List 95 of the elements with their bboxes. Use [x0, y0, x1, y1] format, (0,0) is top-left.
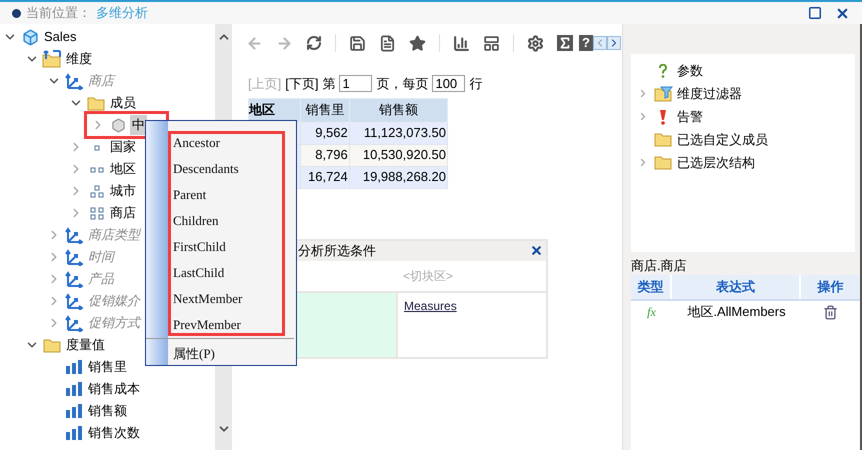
refresh-icon[interactable] [306, 35, 322, 51]
bar-chart-icon[interactable] [453, 34, 470, 52]
settings-icon[interactable] [527, 34, 544, 52]
tree-item[interactable]: 产品 [86, 269, 116, 289]
column-header: 地区 [248, 98, 300, 122]
tree-item[interactable]: 促销媒介 [86, 291, 142, 311]
tree-item[interactable]: 参数 [677, 60, 703, 80]
tree-item[interactable]: Sales [42, 27, 79, 47]
menu-item[interactable]: FirstChild [173, 239, 226, 255]
tree-item[interactable]: 已选层次结构 [677, 152, 755, 172]
exclamation-icon [659, 108, 667, 124]
tree-item[interactable]: 销售次数 [86, 423, 142, 443]
tree-item[interactable]: 中 [130, 115, 147, 135]
tree-item[interactable]: 维度 [64, 49, 94, 69]
tree-item[interactable]: 维度过滤器 [677, 84, 742, 104]
squares-icon [88, 206, 104, 220]
per-page-input[interactable]: 100 [432, 75, 466, 92]
folder-funnel-icon [654, 86, 672, 102]
tree-item[interactable]: 销售额 [86, 401, 129, 421]
tree-item[interactable]: 地区 [108, 159, 138, 179]
hexagon-icon [110, 118, 126, 132]
menu-item[interactable]: Ancestor [173, 135, 220, 151]
menu-item[interactable]: Children [173, 213, 218, 229]
help-button[interactable]: ? [579, 35, 593, 51]
bar-chart-icon [65, 360, 83, 374]
tree-item[interactable]: 时间 [86, 247, 116, 267]
folder-icon [87, 96, 105, 110]
location-label: 当前位置： [26, 4, 91, 22]
tree-item[interactable]: 度量值 [64, 335, 107, 355]
rows-label: 行 [469, 75, 482, 93]
maximize-icon[interactable] [808, 6, 822, 20]
axes-icon [65, 270, 83, 288]
menu-item[interactable]: 属性(P) [173, 344, 215, 364]
tree-item[interactable]: 成员 [108, 93, 138, 113]
folder-icon [43, 338, 61, 352]
table-cell: 19,988,268.20 [349, 166, 448, 188]
column-header: 表达式 [672, 275, 801, 299]
measures-link[interactable]: Measures [404, 298, 457, 312]
close-icon[interactable] [835, 6, 850, 20]
tree-item[interactable]: 销售成本 [86, 379, 142, 399]
expression-cell-text: 地区.AllMembers [687, 303, 786, 322]
page-input[interactable]: 1 [339, 75, 372, 92]
folder-icon [654, 132, 672, 147]
page-label: 第 [322, 75, 336, 93]
scroll-right-icon[interactable] [606, 36, 621, 50]
column-header: 销售里 [300, 98, 350, 122]
tree-item[interactable]: 城市 [108, 181, 138, 201]
table-cell: 16,724 [300, 166, 350, 188]
scroll-left-icon[interactable] [592, 36, 607, 50]
squares-icon [88, 184, 104, 198]
tree-item[interactable]: 商店类型 [86, 225, 142, 245]
tree-item[interactable]: 商店 [86, 71, 116, 91]
filter-panel-title: 分析所选条件 [298, 242, 376, 260]
column-header: 类型 [631, 275, 672, 299]
bar-chart-icon [65, 426, 83, 440]
menu-item[interactable]: NextMember [173, 291, 242, 307]
axes-icon [65, 72, 83, 90]
menu-item[interactable]: PrevMember [173, 317, 241, 333]
axes-icon [65, 292, 83, 310]
table-cell: 8,796 [300, 144, 350, 166]
cube-icon [22, 28, 38, 46]
tree-item[interactable]: 已选自定义成员 [677, 130, 768, 150]
tree-item[interactable]: 国家 [108, 137, 138, 157]
column-header: 操作 [816, 278, 844, 296]
layout-icon[interactable] [483, 34, 500, 52]
menu-item[interactable]: Parent [173, 187, 206, 203]
save-icon[interactable] [349, 34, 366, 52]
table-cell: 11,123,073.50 [349, 122, 448, 144]
table-cell: 10,530,920.50 [349, 144, 448, 166]
next-page-link[interactable]: [下页] [285, 74, 318, 94]
function-type: fx [647, 304, 656, 321]
star-icon[interactable] [409, 34, 426, 52]
tree-item[interactable]: 销售里 [86, 357, 129, 377]
folder-axes-icon [42, 50, 62, 68]
question-mark-icon [659, 64, 667, 78]
sigma-icon[interactable] [557, 35, 573, 51]
menu-item[interactable]: Descendants [173, 161, 239, 177]
axes-icon [65, 248, 83, 266]
bar-chart-icon [65, 404, 83, 418]
delete-icon[interactable] [823, 304, 838, 320]
folder-icon [654, 155, 672, 170]
tree-item[interactable]: 促销方式 [86, 313, 142, 333]
slice-area: <切块区> [402, 266, 453, 284]
document-icon[interactable] [379, 34, 396, 52]
menu-item[interactable]: LastChild [173, 265, 224, 281]
tree-item[interactable]: 告警 [677, 106, 703, 126]
column-header: 销售额 [349, 98, 448, 122]
expression-panel-title: 商店.商店 [631, 257, 688, 275]
axes-icon [65, 226, 83, 244]
per-page-label: 页，每页 [376, 75, 428, 93]
tree-item[interactable]: 商店 [108, 203, 138, 223]
close-icon[interactable] [530, 244, 543, 257]
table-cell: 9,562 [300, 122, 350, 144]
axes-icon [65, 314, 83, 332]
bar-chart-icon [65, 382, 83, 396]
